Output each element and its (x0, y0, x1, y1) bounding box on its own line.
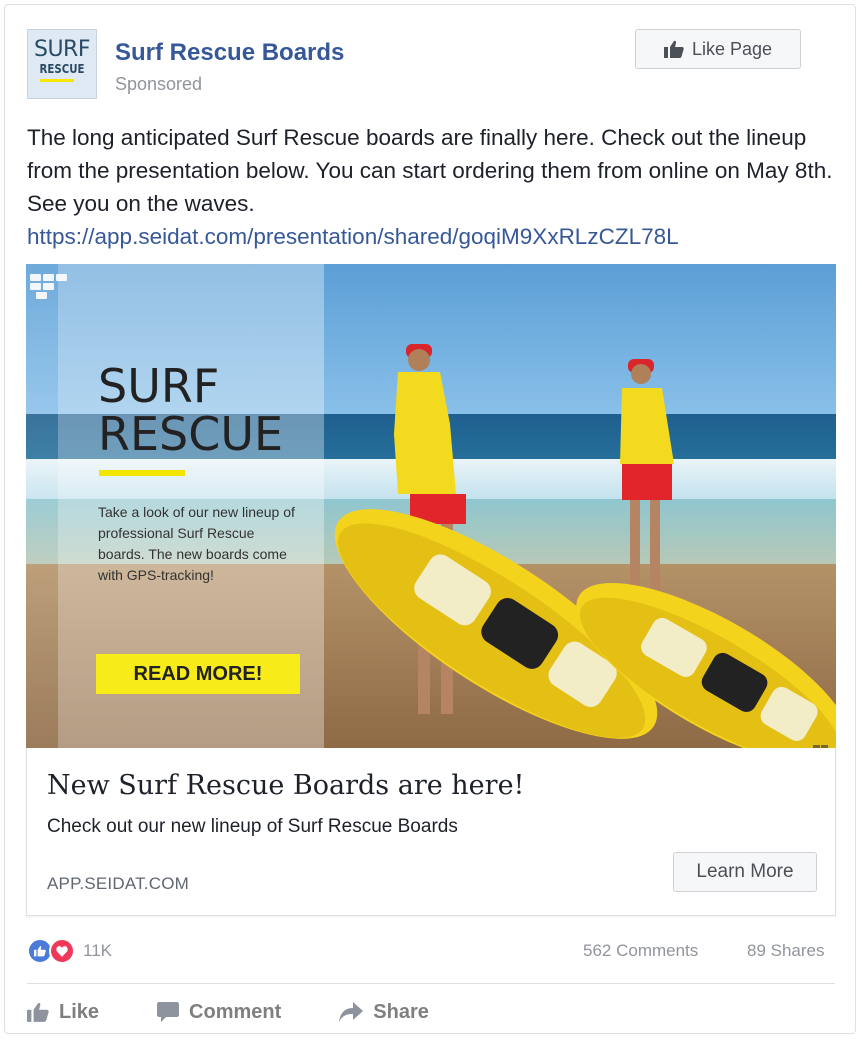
post-text: The long anticipated Surf Rescue boards … (27, 125, 833, 216)
shares-count[interactable]: 89 Shares (747, 941, 825, 961)
like-button[interactable]: Like (27, 1001, 99, 1024)
avatar-text-line1: SURF (33, 37, 91, 62)
slide-indicator (812, 737, 828, 748)
comment-button[interactable]: Comment (157, 1001, 281, 1024)
learn-more-button[interactable]: Learn More (673, 852, 817, 892)
share-button[interactable]: Share (339, 1001, 429, 1024)
reaction-count: 11K (83, 941, 112, 960)
link-preview[interactable]: New Surf Rescue Boards are here! Check o… (26, 748, 836, 916)
like-page-button[interactable]: Like Page (635, 29, 801, 69)
link-preview-domain: APP.SEIDAT.COM (47, 874, 189, 893)
read-more-button[interactable]: READ MORE! (96, 654, 300, 694)
post-body: The long anticipated Surf Rescue boards … (27, 121, 837, 253)
love-icon (49, 938, 75, 964)
presentation-logo-icon (30, 274, 68, 300)
actions-divider (27, 983, 835, 984)
share-arrow-icon (339, 1002, 364, 1022)
hero-edge-strip (26, 264, 58, 748)
page-avatar[interactable]: SURF RESCUE (27, 29, 97, 99)
thumbs-up-icon (27, 1003, 49, 1022)
avatar-text-line2: RESCUE (39, 62, 85, 76)
share-label: Share (373, 1000, 429, 1023)
comment-icon (157, 1002, 180, 1022)
sponsored-label[interactable]: Sponsored (115, 74, 202, 95)
comment-label: Comment (189, 1000, 282, 1023)
hero-accent-rule (99, 470, 185, 476)
hero-title-line2: RESCUE (98, 407, 284, 461)
post-actions-bar: Like Comment Share (27, 995, 487, 1029)
thumbs-up-icon (663, 40, 684, 58)
comments-count[interactable]: 562 Comments (583, 941, 698, 961)
reactions-summary[interactable]: 11K (27, 938, 112, 964)
sponsored-post-card: SURF RESCUE Surf Rescue Boards Sponsored… (4, 4, 856, 1034)
page-name-link[interactable]: Surf Rescue Boards (115, 39, 344, 67)
avatar-accent-bar (40, 79, 74, 82)
hero-title: SURF RESCUE (98, 362, 283, 458)
like-page-label: Like Page (691, 38, 773, 59)
post-link[interactable]: https://app.seidat.com/presentation/shar… (27, 220, 837, 253)
link-preview-description: Check out our new lineup of Surf Rescue … (47, 816, 458, 837)
hero-title-line1: SURF (98, 359, 220, 413)
hero-description: Take a look of our new lineup of profess… (98, 504, 295, 583)
like-label: Like (59, 1000, 100, 1023)
link-preview-title[interactable]: New Surf Rescue Boards are here! (47, 770, 524, 801)
hero-image[interactable]: SURF RESCUE Take a look of our new lineu… (26, 264, 836, 748)
